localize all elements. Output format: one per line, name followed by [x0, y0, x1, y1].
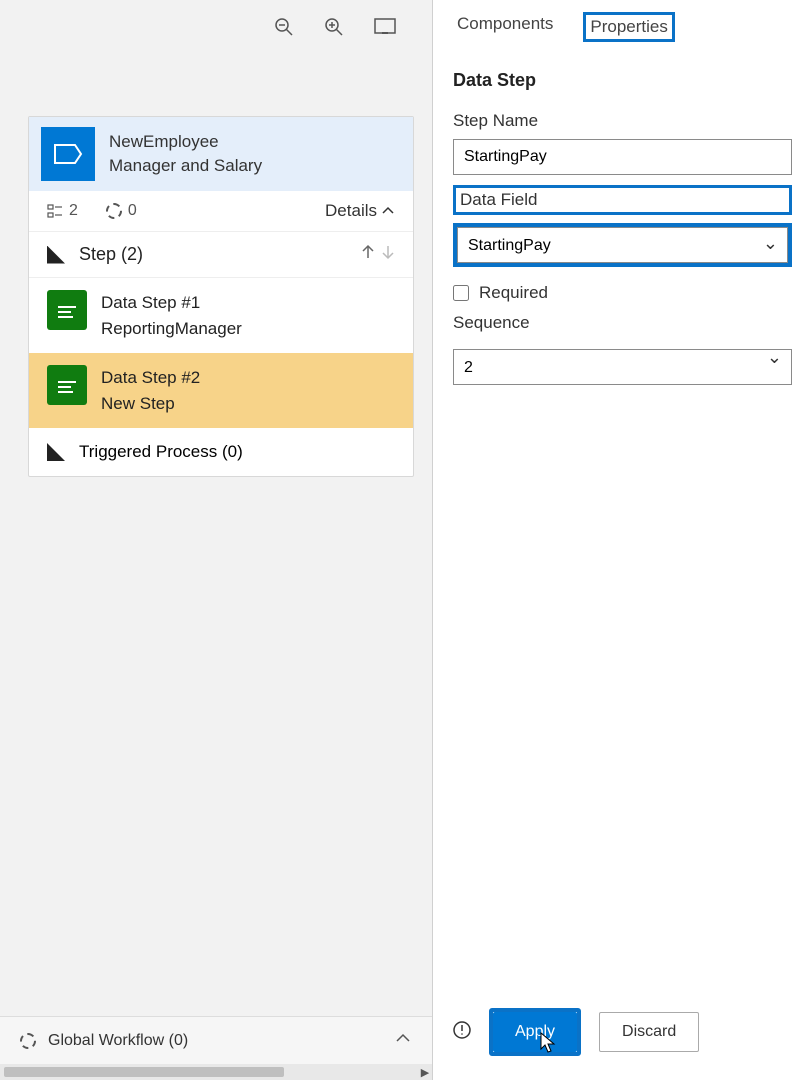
sequence-label: Sequence — [453, 313, 792, 333]
data-step-2-title: Data Step #2 — [101, 365, 200, 391]
tab-properties[interactable]: Properties — [583, 12, 674, 42]
left-panel: NewEmployee Manager and Salary 2 0 Detai… — [0, 0, 432, 1080]
global-workflow-bar[interactable]: Global Workflow (0) — [0, 1016, 432, 1064]
card-header[interactable]: NewEmployee Manager and Salary — [29, 117, 413, 191]
move-down-icon[interactable] — [381, 244, 395, 265]
chevron-up-icon[interactable] — [394, 1031, 412, 1050]
data-step-2-sub: New Step — [101, 391, 200, 417]
data-step-icon — [47, 365, 87, 405]
step-name-input[interactable] — [453, 139, 792, 175]
required-checkbox[interactable] — [453, 285, 469, 301]
step-name-label: Step Name — [453, 111, 792, 131]
right-panel: Components Properties Data Step Step Nam… — [432, 0, 812, 1080]
apply-button-highlight: Apply — [489, 1008, 581, 1056]
step-header-label: Step (2) — [79, 244, 143, 265]
dashed-circle-icon — [106, 203, 122, 219]
horizontal-scrollbar[interactable]: ▶ — [0, 1064, 432, 1080]
move-up-icon[interactable] — [361, 244, 375, 265]
sequence-select[interactable]: 2 — [453, 349, 792, 385]
card-meta-row: 2 0 Details — [29, 191, 413, 232]
data-step-icon — [47, 290, 87, 330]
data-step-1-title: Data Step #1 — [101, 290, 242, 316]
scrollbar-thumb[interactable] — [4, 1067, 284, 1077]
meta-steps: 2 — [47, 202, 78, 220]
card-title-1: NewEmployee — [109, 130, 262, 154]
meta-processes: 0 — [106, 202, 137, 220]
fit-screen-icon[interactable] — [374, 18, 396, 41]
zoom-in-icon[interactable] — [324, 17, 344, 42]
actions-bar: Apply Discard — [433, 994, 812, 1080]
flag-icon — [47, 246, 65, 264]
data-step-1[interactable]: Data Step #1 ReportingManager — [29, 278, 413, 353]
section-title: Data Step — [453, 70, 792, 91]
discard-button[interactable]: Discard — [599, 1012, 699, 1052]
properties-panel: Data Step Step Name Data Field StartingP… — [433, 48, 812, 994]
triggered-process-row[interactable]: Triggered Process (0) — [29, 428, 413, 476]
toolbar — [0, 0, 432, 58]
required-row: Required — [453, 283, 792, 303]
flag-icon — [47, 443, 65, 461]
tab-components[interactable]: Components — [453, 12, 557, 42]
stage-icon — [41, 127, 95, 181]
global-workflow-label: Global Workflow (0) — [48, 1032, 188, 1050]
triggered-label: Triggered Process (0) — [79, 442, 243, 462]
data-field-select-wrap: StartingPay — [453, 223, 792, 267]
stage-card: NewEmployee Manager and Salary 2 0 Detai… — [28, 116, 414, 477]
tabs: Components Properties — [433, 0, 812, 48]
sequence-select-wrap: 2 — [453, 341, 792, 385]
data-step-1-sub: ReportingManager — [101, 316, 242, 342]
details-toggle[interactable]: Details — [325, 201, 395, 221]
data-field-label: Data Field — [453, 185, 792, 215]
zoom-out-icon[interactable] — [274, 17, 294, 42]
card-title-2: Manager and Salary — [109, 154, 262, 178]
required-label: Required — [479, 283, 548, 303]
scroll-right-icon[interactable]: ▶ — [418, 1066, 432, 1079]
apply-button[interactable]: Apply — [493, 1012, 577, 1052]
info-icon[interactable] — [453, 1021, 471, 1044]
data-field-select[interactable]: StartingPay — [457, 227, 788, 263]
step-header-row[interactable]: Step (2) — [29, 232, 413, 278]
data-step-2[interactable]: Data Step #2 New Step — [29, 353, 413, 428]
dashed-circle-icon — [20, 1033, 36, 1049]
